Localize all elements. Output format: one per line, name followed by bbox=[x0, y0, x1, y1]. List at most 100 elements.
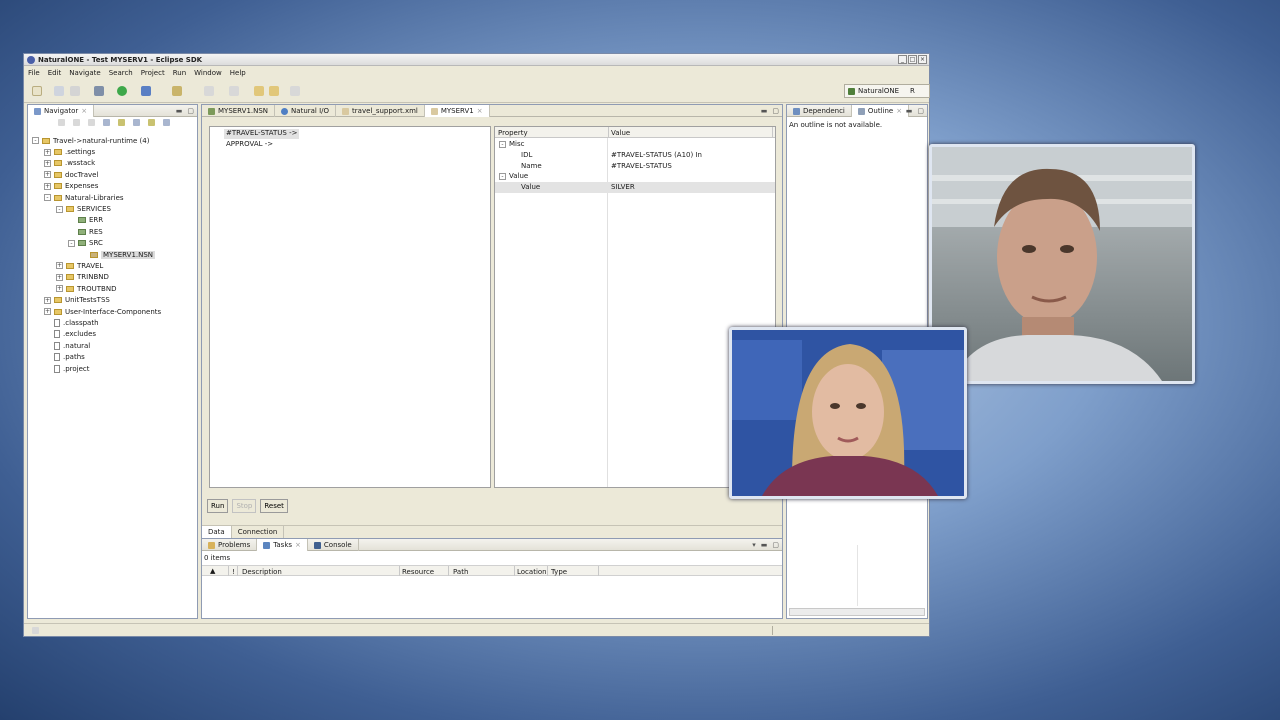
navigator-item[interactable]: - SRC bbox=[32, 238, 161, 249]
property-value[interactable]: SILVER bbox=[611, 183, 635, 191]
navigator-item[interactable]: - Natural-Libraries bbox=[32, 192, 161, 203]
navigator-item[interactable]: - Travel->natural-runtime (4) bbox=[32, 135, 161, 146]
sort-up-icon[interactable]: ▲ bbox=[210, 567, 215, 575]
navigator-item[interactable]: + docTravel bbox=[32, 169, 161, 180]
tab-tasks[interactable]: Tasks × bbox=[257, 539, 308, 551]
expand-icon[interactable]: + bbox=[44, 296, 51, 304]
expand-icon[interactable]: + bbox=[44, 159, 51, 167]
col-resource[interactable]: Resource bbox=[402, 568, 434, 576]
view-menu-icon[interactable]: ▾ bbox=[752, 541, 756, 549]
external-tools-icon[interactable] bbox=[141, 86, 151, 96]
expand-icon[interactable]: + bbox=[56, 285, 63, 293]
minimize-icon[interactable]: ▬ bbox=[761, 541, 768, 549]
minimize-icon[interactable]: ▬ bbox=[761, 107, 768, 115]
tree-item-travel-status[interactable]: #TRAVEL-STATUS -> bbox=[224, 129, 300, 139]
nav-up-icon[interactable] bbox=[88, 119, 95, 126]
collapse-all-icon[interactable] bbox=[103, 119, 110, 126]
search-icon[interactable] bbox=[172, 86, 182, 96]
maximize-button[interactable]: □ bbox=[908, 55, 917, 64]
view-menu-icon[interactable] bbox=[163, 119, 170, 126]
maximize-icon[interactable]: ▢ bbox=[917, 107, 924, 115]
expand-icon[interactable]: + bbox=[44, 171, 51, 179]
maximize-icon[interactable]: ▢ bbox=[187, 107, 194, 115]
forward-history-icon[interactable] bbox=[290, 86, 300, 96]
minimize-icon[interactable]: ▬ bbox=[176, 107, 183, 115]
col-type[interactable]: Type bbox=[551, 568, 567, 576]
tab-myserv1[interactable]: MYSERV1 × bbox=[424, 105, 490, 117]
menu-navigate[interactable]: Navigate bbox=[69, 69, 100, 77]
expand-icon[interactable]: + bbox=[44, 308, 51, 316]
property-row[interactable]: - Misc bbox=[495, 139, 775, 150]
save-icon[interactable] bbox=[54, 86, 64, 96]
close-button[interactable]: × bbox=[918, 55, 927, 64]
navigator-item[interactable]: MYSERV1.NSN bbox=[32, 249, 161, 260]
property-row[interactable]: Value SILVER bbox=[495, 182, 775, 193]
property-row[interactable]: IDL #TRAVEL-STATUS (A10) In bbox=[495, 150, 775, 161]
menu-edit[interactable]: Edit bbox=[48, 69, 62, 77]
run-button[interactable]: Run bbox=[207, 499, 229, 513]
navigator-item[interactable]: + UnitTestsTSS bbox=[32, 294, 161, 305]
tab-travel-support-xml[interactable]: travel_support.xml bbox=[336, 105, 425, 117]
close-icon[interactable]: × bbox=[295, 541, 301, 549]
perspective-more[interactable]: R bbox=[910, 87, 915, 95]
tab-natural-io[interactable]: Natural I/O bbox=[275, 105, 337, 117]
col-path[interactable]: Path bbox=[453, 568, 468, 576]
nav-back-icon[interactable] bbox=[58, 119, 65, 126]
property-row[interactable]: - Value bbox=[495, 171, 775, 182]
navigator-item[interactable]: + User-Interface-Components bbox=[32, 306, 161, 317]
expand-icon[interactable]: + bbox=[56, 262, 63, 270]
collapse-icon[interactable]: - bbox=[499, 141, 506, 148]
sync-icon[interactable] bbox=[148, 119, 155, 126]
expand-icon[interactable]: + bbox=[44, 148, 51, 156]
tab-dependencies[interactable]: Dependenci bbox=[787, 105, 852, 117]
expand-icon[interactable]: + bbox=[56, 273, 63, 281]
new-icon[interactable] bbox=[32, 86, 42, 96]
outline-scrollbar[interactable] bbox=[789, 608, 925, 616]
navigator-item[interactable]: .paths bbox=[32, 351, 161, 362]
property-row[interactable]: Name #TRAVEL-STATUS bbox=[495, 161, 775, 172]
annotation-icon[interactable] bbox=[204, 86, 214, 96]
back-icon[interactable] bbox=[254, 86, 264, 96]
menu-search[interactable]: Search bbox=[109, 69, 133, 77]
col-priority[interactable]: ! bbox=[232, 568, 235, 576]
collapse-icon[interactable]: - bbox=[56, 205, 63, 213]
menu-run[interactable]: Run bbox=[173, 69, 186, 77]
close-icon[interactable]: × bbox=[896, 107, 902, 115]
debug-icon[interactable] bbox=[94, 86, 104, 96]
navigator-item[interactable]: .classpath bbox=[32, 317, 161, 328]
tab-problems[interactable]: Problems bbox=[202, 539, 258, 551]
filter-icon[interactable] bbox=[133, 119, 140, 126]
tab-connection[interactable]: Connection bbox=[232, 526, 285, 538]
tab-outline[interactable]: Outline × bbox=[851, 105, 910, 117]
menu-window[interactable]: Window bbox=[194, 69, 222, 77]
expand-icon[interactable]: + bbox=[44, 182, 51, 190]
navigator-item[interactable]: + .settings bbox=[32, 146, 161, 157]
stop-button[interactable]: Stop bbox=[232, 499, 257, 513]
minimize-button[interactable]: _ bbox=[898, 55, 907, 64]
navigator-item[interactable]: + TROUTBND bbox=[32, 283, 161, 294]
tab-data[interactable]: Data bbox=[202, 526, 232, 538]
maximize-icon[interactable]: ▢ bbox=[772, 107, 779, 115]
link-editor-icon[interactable] bbox=[118, 119, 125, 126]
fast-view-icon[interactable] bbox=[32, 627, 39, 634]
navigator-item[interactable]: .project bbox=[32, 363, 161, 374]
navigator-item[interactable]: + TRINBND bbox=[32, 272, 161, 283]
navigator-item[interactable]: + TRAVEL bbox=[32, 260, 161, 271]
close-icon[interactable]: × bbox=[81, 107, 87, 115]
nav-forward-icon[interactable] bbox=[73, 119, 80, 126]
navigator-item[interactable]: ERR bbox=[32, 215, 161, 226]
col-description[interactable]: Description bbox=[242, 568, 282, 576]
collapse-icon[interactable]: - bbox=[499, 173, 506, 181]
run-icon[interactable] bbox=[117, 86, 127, 96]
tab-console[interactable]: Console bbox=[308, 539, 359, 551]
navigator-item[interactable]: .excludes bbox=[32, 329, 161, 340]
perspective-switcher[interactable]: NaturalONE R bbox=[844, 84, 930, 98]
menu-project[interactable]: Project bbox=[141, 69, 165, 77]
minimize-icon[interactable]: ▬ bbox=[906, 107, 913, 115]
navigator-item[interactable]: + .wsstack bbox=[32, 158, 161, 169]
tab-navigator[interactable]: Navigator × bbox=[28, 105, 95, 117]
close-icon[interactable]: × bbox=[477, 107, 483, 115]
navigator-item[interactable]: .natural bbox=[32, 340, 161, 351]
navigator-item[interactable]: - SERVICES bbox=[32, 203, 161, 214]
collapse-icon[interactable]: - bbox=[44, 194, 51, 202]
